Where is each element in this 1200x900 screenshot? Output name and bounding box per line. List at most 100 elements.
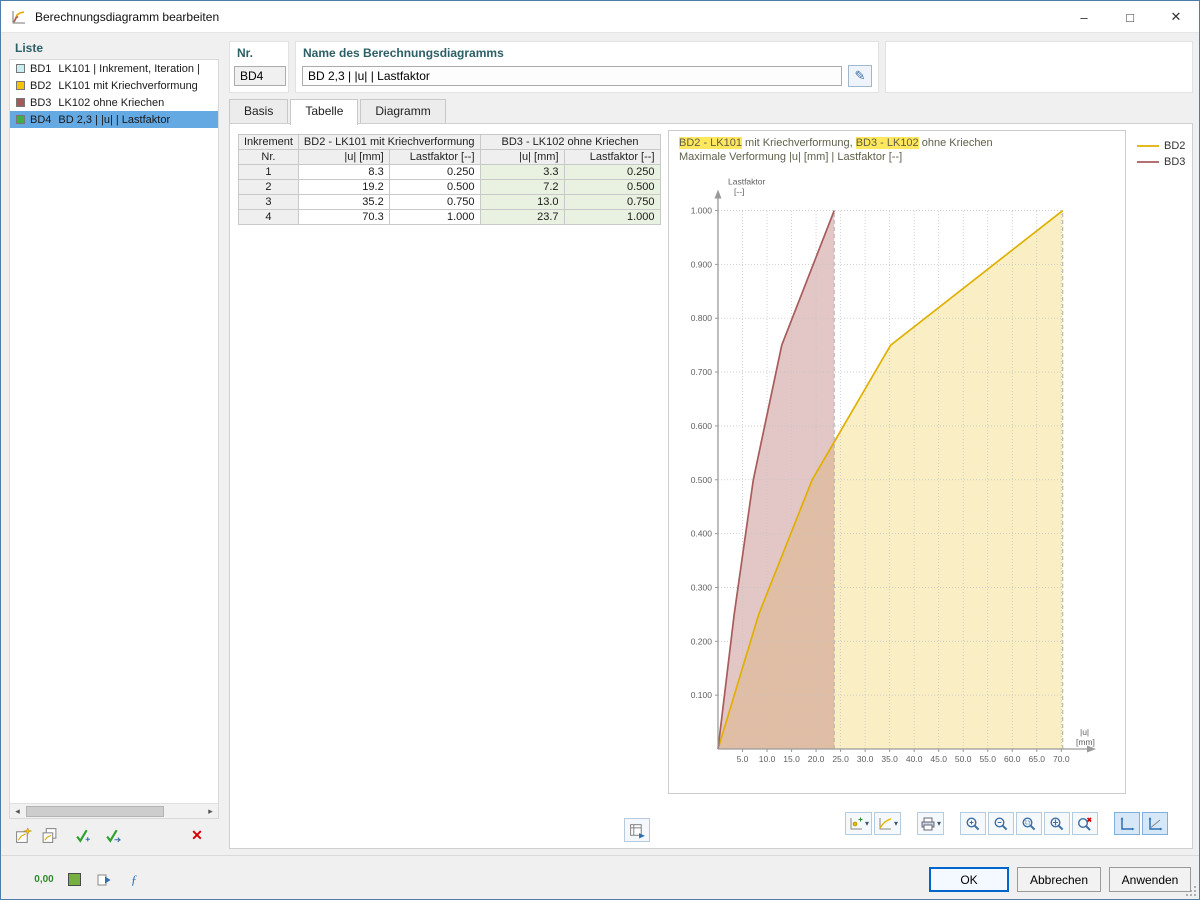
color-swatch-bd3 [16,98,25,107]
zoom-in-icon [965,816,981,832]
svg-text:25.0: 25.0 [832,754,849,764]
row-number[interactable]: 3 [239,195,299,210]
axis-y-scale-toggle[interactable] [1142,812,1168,835]
cell-bd3-u[interactable]: 3.3 [480,165,564,180]
list-horizontal-scrollbar[interactable]: ◂ ▸ [10,803,218,818]
function-editor-button[interactable]: ƒ [121,867,147,892]
color-scale-icon [68,873,81,886]
delete-diagram-button[interactable]: ✕ [185,823,209,847]
zoom-window-button[interactable] [1016,812,1042,835]
cell-bd3-lastfaktor[interactable]: 0.750 [564,195,660,210]
cancel-button[interactable]: Abbrechen [1017,867,1101,892]
svg-text:40.0: 40.0 [906,754,923,764]
cell-bd2-u[interactable]: 70.3 [298,210,389,225]
maximize-button[interactable]: □ [1107,1,1153,33]
list-item-bd3[interactable]: BD3 LK102 ohne Kriechen [10,94,218,111]
axis-y-scale-icon [1147,816,1163,832]
edit-name-button[interactable]: ✎ [848,65,872,87]
copy-diagram-button[interactable] [37,823,61,847]
nr-label: Nr. [237,46,253,60]
diagram-plot[interactable]: 5.010.015.020.025.030.035.040.045.050.05… [670,167,1122,785]
svg-text:[mm]: [mm] [1076,737,1095,747]
name-input[interactable] [302,66,842,86]
name-label: Name des Berechnungsdiagramms [303,46,504,60]
resize-grip[interactable] [1185,885,1197,897]
cell-bd3-u[interactable]: 7.2 [480,180,564,195]
tab-tabelle[interactable]: Tabelle [290,99,358,125]
cell-bd3-lastfaktor[interactable]: 1.000 [564,210,660,225]
axis-x-scale-icon [1119,816,1135,832]
display-properties-button[interactable] [91,867,117,892]
cell-bd3-lastfaktor[interactable]: 0.500 [564,180,660,195]
col-header-inkrement: Inkrement [239,135,299,150]
svg-text:65.0: 65.0 [1028,754,1045,764]
table-row: 1 8.3 0.250 3.3 0.250 [239,165,661,180]
nr-input[interactable] [234,66,286,86]
cell-bd3-lastfaktor[interactable]: 0.250 [564,165,660,180]
cell-bd2-u[interactable]: 35.2 [298,195,389,210]
delete-icon: ✕ [191,828,203,842]
tab-diagramm[interactable]: Diagramm [360,99,445,123]
svg-text:0.100: 0.100 [691,690,713,700]
dialog-icon [11,9,27,25]
cell-bd2-lastfaktor[interactable]: 1.000 [389,210,480,225]
legend-item: BD2 [1136,138,1194,154]
axis-x-scale-toggle[interactable] [1114,812,1140,835]
edit-icon: ✎ [855,68,866,84]
zoom-out-icon [993,816,1009,832]
scrollbar-thumb[interactable] [26,806,164,817]
svg-text:Lastfaktor: Lastfaktor [728,177,765,187]
decimal-places-icon: 0,00 [34,874,53,885]
increment-table: Inkrement BD2 - LK101 mit Kriechverformu… [238,134,661,225]
row-number[interactable]: 1 [239,165,299,180]
titlebar: Berechnungsdiagramm bearbeiten – □ ✕ [1,1,1199,33]
row-number[interactable]: 2 [239,180,299,195]
ok-button[interactable]: OK [929,867,1009,892]
svg-text:0.800: 0.800 [691,313,713,323]
cell-bd2-lastfaktor[interactable]: 0.500 [389,180,480,195]
scroll-left-arrow[interactable]: ◂ [10,804,25,819]
svg-text:5.0: 5.0 [737,754,749,764]
list-item-bd4-selected[interactable]: BD4 BD 2,3 | |u| | Lastfaktor [10,111,218,128]
cell-bd3-u[interactable]: 13.0 [480,195,564,210]
color-swatch-bd2 [16,81,25,90]
row-number[interactable]: 4 [239,210,299,225]
close-button[interactable]: ✕ [1153,1,1199,33]
cell-bd3-u[interactable]: 23.7 [480,210,564,225]
col-header-bd2-u: |u| [mm] [298,150,389,165]
list-item-bd1[interactable]: BD1 LK101 | Inkrement, Iteration | [10,60,218,77]
tab-basis[interactable]: Basis [229,99,288,123]
cell-bd2-u[interactable]: 8.3 [298,165,389,180]
check-apply-button[interactable] [71,823,95,847]
col-header-bd3-lastfaktor: Lastfaktor [--] [564,150,660,165]
check-apply-icon [75,827,92,844]
color-scale-button[interactable] [61,867,87,892]
zoom-out-button[interactable] [988,812,1014,835]
list-item-label: LK101 | Inkrement, Iteration | [58,63,199,75]
check-transfer-button[interactable] [101,823,125,847]
list-item-id: BD1 [30,63,51,75]
point-options-button[interactable]: ▾ [845,812,872,835]
zoom-drag-button[interactable] [1044,812,1070,835]
cell-bd2-lastfaktor[interactable]: 0.750 [389,195,480,210]
decimal-places-button[interactable]: 0,00 [31,867,57,892]
zoom-in-button[interactable] [960,812,986,835]
print-button[interactable]: ▾ [917,812,944,835]
export-table-button[interactable] [624,818,650,842]
export-table-icon [629,822,646,839]
col-header-bd2-lastfaktor: Lastfaktor [--] [389,150,480,165]
apply-button[interactable]: Anwenden [1109,867,1191,892]
legend-item: BD3 [1136,154,1194,170]
edit-calculation-diagram-dialog: Berechnungsdiagramm bearbeiten – □ ✕ Lis… [0,0,1200,900]
list-item-bd2[interactable]: BD2 LK101 mit Kriechverformung [10,77,218,94]
tab-content-tabelle: Inkrement BD2 - LK101 mit Kriechverformu… [229,123,1193,849]
svg-text:0.700: 0.700 [691,367,713,377]
new-diagram-button[interactable] [11,823,35,847]
cell-bd2-u[interactable]: 19.2 [298,180,389,195]
minimize-button[interactable]: – [1061,1,1107,33]
zoom-reset-button[interactable] [1072,812,1098,835]
scroll-right-arrow[interactable]: ▸ [203,804,218,819]
cell-bd2-lastfaktor[interactable]: 0.250 [389,165,480,180]
svg-text:70.0: 70.0 [1053,754,1070,764]
curve-options-button[interactable]: ▾ [874,812,901,835]
